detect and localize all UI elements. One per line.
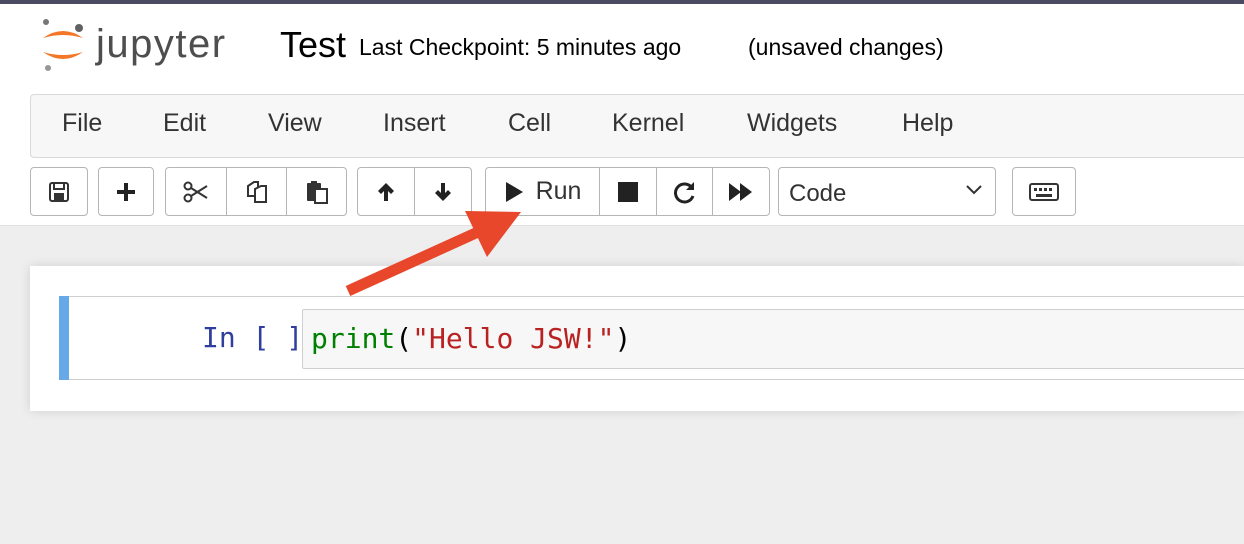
plus-icon <box>117 182 135 201</box>
save-group <box>30 167 88 216</box>
copy-icon <box>246 180 267 203</box>
notebook-container: In [ ]: print("Hello JSW!") <box>30 266 1244 411</box>
code-string: "Hello JSW!" <box>412 322 615 355</box>
play-icon <box>505 181 523 202</box>
menu-kernel[interactable]: Kernel <box>612 109 684 138</box>
menu-view[interactable]: View <box>268 109 322 138</box>
move-group <box>357 167 472 216</box>
cell-selected-indicator <box>59 296 69 380</box>
menubar: File Edit View Insert Cell Kernel Widget… <box>30 94 1244 158</box>
insert-cell-button[interactable] <box>98 167 154 216</box>
fast-forward-icon <box>729 182 752 201</box>
code-paren-close: ) <box>614 322 632 355</box>
move-up-button[interactable] <box>357 167 415 216</box>
copy-button[interactable] <box>226 167 287 216</box>
save-button[interactable] <box>30 167 88 216</box>
menu-cell[interactable]: Cell <box>508 109 551 138</box>
interrupt-kernel-button[interactable] <box>599 167 657 216</box>
cell-type-select[interactable]: Code <box>778 167 996 216</box>
autosave-status: (unsaved changes) <box>748 34 944 60</box>
edit-group <box>165 167 347 216</box>
menu-insert[interactable]: Insert <box>383 109 446 138</box>
code-input[interactable]: print("Hello JSW!") <box>302 309 1244 369</box>
toolbar-area: File Edit View Insert Cell Kernel Widget… <box>0 90 1244 226</box>
logo-text: jupyter <box>96 22 227 66</box>
chevron-down-icon <box>966 185 982 195</box>
run-group: Run <box>485 167 770 216</box>
menu-help[interactable]: Help <box>902 109 953 138</box>
arrow-down-icon <box>435 182 451 201</box>
header: jupyter Test Last Checkpoint: 5 minutes … <box>0 4 1244 90</box>
code-cell[interactable]: In [ ]: print("Hello JSW!") <box>59 296 1244 380</box>
restart-icon <box>673 181 694 203</box>
run-label: Run <box>535 177 582 205</box>
code-builtin: print <box>311 322 396 355</box>
menu-file[interactable]: File <box>62 109 102 138</box>
code-paren-open: ( <box>395 322 413 355</box>
jupyter-logo[interactable]: jupyter <box>38 14 258 74</box>
save-icon <box>49 181 69 202</box>
jupyter-logo-icon <box>43 19 83 71</box>
cut-icon <box>183 181 208 202</box>
command-palette-button[interactable] <box>1012 167 1076 216</box>
menu-edit[interactable]: Edit <box>163 109 206 138</box>
restart-run-all-button[interactable] <box>712 167 770 216</box>
code-text: print("Hello JSW!") <box>311 322 631 355</box>
paste-icon <box>306 180 328 204</box>
checkpoint-status: Last Checkpoint: 5 minutes ago <box>359 34 682 60</box>
keyboard-icon <box>1029 182 1059 201</box>
insert-group <box>98 167 154 216</box>
menu-widgets[interactable]: Widgets <box>747 109 837 138</box>
restart-kernel-button[interactable] <box>656 167 713 216</box>
move-down-button[interactable] <box>414 167 472 216</box>
notebook-title[interactable]: Test <box>280 24 346 66</box>
arrow-up-icon <box>378 182 394 201</box>
cell-type-value: Code <box>789 180 847 207</box>
paste-button[interactable] <box>286 167 347 216</box>
run-button[interactable]: Run <box>485 167 600 216</box>
cut-button[interactable] <box>165 167 227 216</box>
stop-icon <box>618 181 638 202</box>
